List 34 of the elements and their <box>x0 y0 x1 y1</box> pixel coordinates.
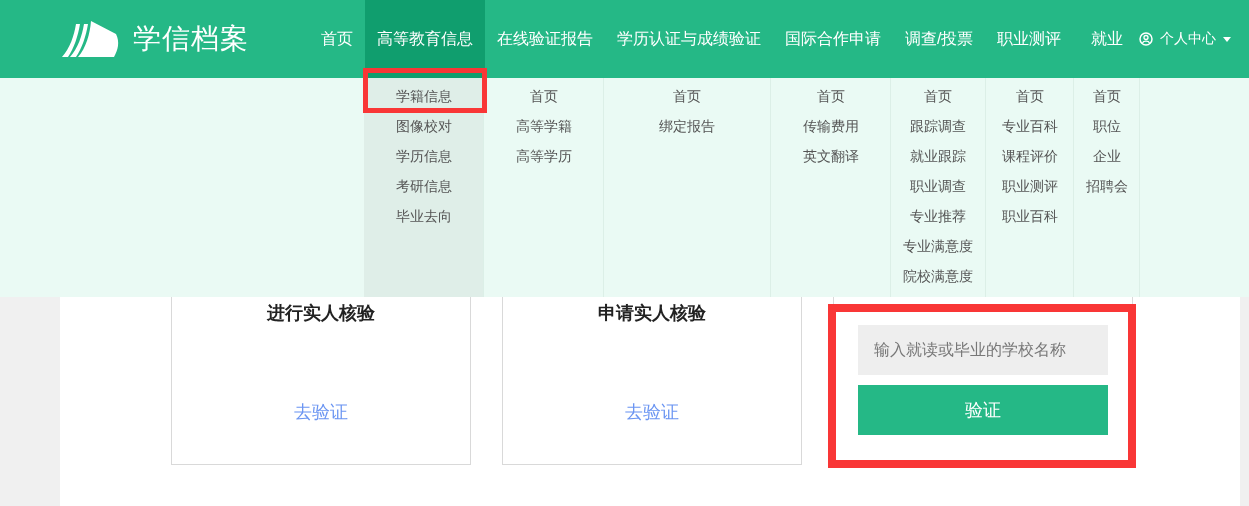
menu-item[interactable]: 首页 <box>484 82 603 112</box>
menu-item[interactable]: 跟踪调查 <box>891 112 985 142</box>
menu-item[interactable]: 学籍信息 <box>364 82 483 112</box>
menu-item[interactable]: 英文翻译 <box>771 142 890 172</box>
card-title: 申请实人核验 <box>598 302 706 325</box>
menu-item[interactable]: 就业跟踪 <box>891 142 985 172</box>
menu-item[interactable]: 首页 <box>986 82 1073 112</box>
menu-item[interactable]: 高等学籍 <box>484 112 603 142</box>
menu-item[interactable]: 课程评价 <box>986 142 1073 172</box>
user-icon <box>1139 32 1154 46</box>
menu-item[interactable]: 职业调查 <box>891 172 985 202</box>
menu-item[interactable]: 绑定报告 <box>604 112 770 142</box>
menu-item[interactable]: 首页 <box>891 82 985 112</box>
menu-item[interactable]: 传输费用 <box>771 112 890 142</box>
card-title: 进行实人核验 <box>267 302 375 325</box>
menu-item[interactable]: 首页 <box>1074 82 1139 112</box>
menu-item[interactable]: 首页 <box>771 82 890 112</box>
menu-item[interactable]: 企业 <box>1074 142 1139 172</box>
menu-item[interactable]: 首页 <box>604 82 770 112</box>
menu-item[interactable]: 考研信息 <box>364 172 483 202</box>
menu-item[interactable]: 高等学历 <box>484 142 603 172</box>
menu-item[interactable]: 专业百科 <box>986 112 1073 142</box>
caret-icon <box>1223 36 1232 42</box>
menu-item[interactable]: 毕业去向 <box>364 202 483 232</box>
menu-item[interactable]: 职业百科 <box>986 202 1073 232</box>
menu-item[interactable]: 专业推荐 <box>891 202 985 232</box>
school-name-field[interactable]: 输入就读或毕业的学校名称 <box>858 325 1108 375</box>
menu-item[interactable]: 学历信息 <box>364 142 483 172</box>
menu-item[interactable]: 专业满意度 <box>891 232 985 262</box>
menu-item[interactable]: 图像校对 <box>364 112 483 142</box>
menu-item[interactable]: 职业测评 <box>986 172 1073 202</box>
menu-item[interactable]: 职位 <box>1074 112 1139 142</box>
menu-item[interactable]: 院校满意度 <box>891 262 985 292</box>
menu-item[interactable]: 招聘会 <box>1074 172 1139 202</box>
